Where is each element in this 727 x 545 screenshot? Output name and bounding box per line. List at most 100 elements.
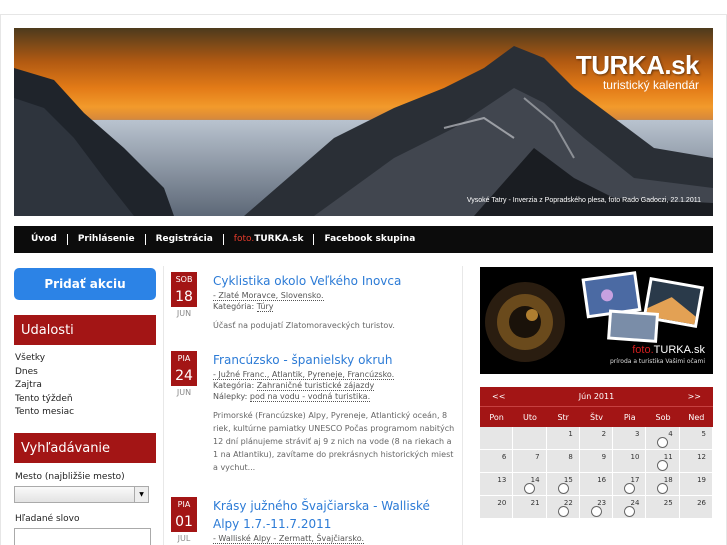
event-title-link[interactable]: Francúzsko - španielsky okruh (213, 351, 458, 369)
event-marker-icon[interactable] (524, 483, 536, 494)
date-month: JUN (176, 388, 192, 397)
filter-link-this-week[interactable]: Tento týždeň (15, 393, 74, 407)
event-marker-icon[interactable] (624, 483, 636, 494)
calendar-day[interactable]: 6 (480, 450, 514, 473)
filter-link-today[interactable]: Dnes (15, 366, 74, 380)
event-location: - Walliské Alpy - Zermatt, Švajčiarsko. (213, 533, 458, 544)
event-category: Kategória: Túry (213, 301, 458, 312)
date-dow: PIA (171, 497, 197, 513)
calendar-day[interactable]: 5 (679, 427, 713, 450)
calendar-day[interactable]: 10 (613, 450, 647, 473)
calendar-day[interactable]: 3 (613, 427, 647, 450)
city-select[interactable]: ▼ (14, 486, 149, 503)
filter-link-all[interactable]: Všetky (15, 352, 74, 366)
event-marker-icon[interactable] (657, 460, 669, 471)
calendar-day-number: 21 (530, 499, 540, 507)
nav-item-prihlasenie[interactable]: Prihlásenie (68, 234, 146, 245)
calendar-day[interactable]: 8 (546, 450, 580, 473)
filter-link-tomorrow[interactable]: Zajtra (15, 379, 74, 393)
event-location: - Zlaté Moravce, Slovensko. (213, 290, 458, 301)
event-location-link[interactable]: - Južné Franc., Atlantik, Pyreneje, Fran… (213, 370, 395, 380)
date-month: JUN (176, 309, 192, 318)
calendar-day[interactable]: 14 (513, 473, 547, 496)
calendar-day-number: 1 (568, 430, 573, 438)
category-label: Kategória: (213, 381, 255, 390)
calendar-day-number: 4 (668, 430, 673, 438)
calendar-weekdays: Pon Uto Str Štv Pia Sob Ned (480, 406, 713, 427)
event-title-link[interactable]: Krásy južného Švajčiarska - Walliské Alp… (213, 497, 458, 533)
calendar-day[interactable]: 16 (579, 473, 614, 496)
date-badge: PIA 24 JUN (171, 351, 197, 399)
site-title: TURKA.sk (575, 50, 700, 80)
photo-promo-banner[interactable]: foto.TURKA.sk príroda a turistika Vašimi… (480, 267, 713, 374)
chevron-down-icon[interactable]: ▼ (134, 487, 148, 502)
calendar-day-number: 13 (497, 476, 507, 484)
event-marker-icon[interactable] (590, 506, 602, 517)
keyword-label: Hľadané slovo (15, 514, 80, 524)
calendar-day[interactable]: 9 (579, 450, 614, 473)
city-label: Mesto (najbližšie mesto) (15, 472, 125, 482)
calendar-day-number: 16 (597, 476, 607, 484)
calendar-day[interactable]: 26 (679, 496, 713, 519)
date-badge: PIA 01 JUL (171, 497, 197, 545)
nav-item-foto[interactable]: foto.TURKA.sk (224, 234, 315, 245)
tags-label: Nálepky: (213, 392, 248, 401)
nav-item-uvod[interactable]: Úvod (21, 234, 68, 245)
calendar-day (513, 427, 547, 450)
event-marker-icon[interactable] (557, 483, 569, 494)
calendar-day-number: 9 (601, 453, 607, 461)
calendar-day[interactable]: 12 (679, 450, 713, 473)
filter-link-this-month[interactable]: Tento mesiac (15, 406, 74, 420)
calendar-day[interactable]: 21 (513, 496, 547, 519)
calendar-day[interactable]: 15 (546, 473, 580, 496)
calendar-prev-button[interactable]: << (492, 392, 505, 401)
date-day: 24 (171, 367, 197, 386)
header-banner[interactable]: TURKA.sk turistický kalendár Vysoké Tatr… (14, 28, 713, 216)
event-marker-icon[interactable] (657, 483, 669, 494)
calendar-day-number: 26 (697, 499, 706, 507)
calendar-day-number: 2 (601, 430, 607, 438)
calendar-day-number: 8 (568, 453, 573, 461)
calendar-day-number: 7 (535, 453, 540, 461)
event-description: Účasť na podujatí Zlatomoraveckých turis… (213, 321, 395, 330)
tags-link[interactable]: pod na vodu - vodná turistika. (249, 392, 371, 402)
event-marker-icon[interactable] (624, 506, 636, 517)
add-event-button[interactable]: Pridať akciu (14, 268, 156, 300)
calendar-day[interactable]: 1 (546, 427, 580, 450)
nav-item-facebook[interactable]: Facebook skupina (314, 234, 425, 245)
calendar-day[interactable]: 4 (646, 427, 680, 450)
event-filter-list: Všetky Dnes Zajtra Tento týždeň Tento me… (15, 352, 74, 420)
calendar-day[interactable]: 25 (646, 496, 680, 519)
calendar-day[interactable]: 11 (646, 450, 680, 473)
keyword-input[interactable] (14, 528, 151, 545)
calendar-day[interactable]: 13 (480, 473, 514, 496)
calendar-day[interactable]: 18 (646, 473, 680, 496)
calendar-day[interactable]: 23 (579, 496, 614, 519)
calendar-day[interactable]: 24 (613, 496, 647, 519)
event-marker-icon[interactable] (557, 506, 569, 517)
calendar-day[interactable]: 20 (480, 496, 514, 519)
weekday-label: Sob (655, 412, 671, 422)
weekday-label: Ned (688, 412, 705, 422)
nav-foto-prefix: foto. (233, 234, 255, 244)
calendar-day[interactable]: 2 (579, 427, 614, 450)
category-link[interactable]: Zahraničné turistické zájazdy (256, 381, 375, 391)
event-marker-icon[interactable] (657, 437, 669, 448)
calendar-day[interactable]: 17 (613, 473, 647, 496)
event-title-link[interactable]: Cyklistika okolo Veľkého Inovca (213, 272, 458, 290)
event-location-link[interactable]: - Zlaté Moravce, Slovensko. (213, 291, 324, 301)
calendar-next-button[interactable]: >> (688, 392, 701, 401)
event-body: Cyklistika okolo Veľkého Inovca - Zlaté … (213, 272, 458, 332)
photo-caption: Vysoké Tatry - Inverzia z Popradského pl… (466, 197, 701, 204)
nav-item-registracia[interactable]: Registrácia (146, 234, 224, 245)
weekday-label: Str (557, 412, 569, 422)
date-day: 01 (171, 513, 197, 532)
event-calendar: << Jún 2011 >> Pon Uto Str Štv Pia Sob N… (480, 387, 713, 519)
weekday-label: Pon (489, 412, 504, 422)
calendar-day[interactable]: 22 (546, 496, 580, 519)
column-divider (462, 266, 463, 545)
category-link[interactable]: Túry (256, 302, 274, 312)
calendar-day[interactable]: 19 (679, 473, 713, 496)
calendar-day[interactable]: 7 (513, 450, 547, 473)
event-location-link[interactable]: - Walliské Alpy - Zermatt, Švajčiarsko. (213, 534, 365, 544)
